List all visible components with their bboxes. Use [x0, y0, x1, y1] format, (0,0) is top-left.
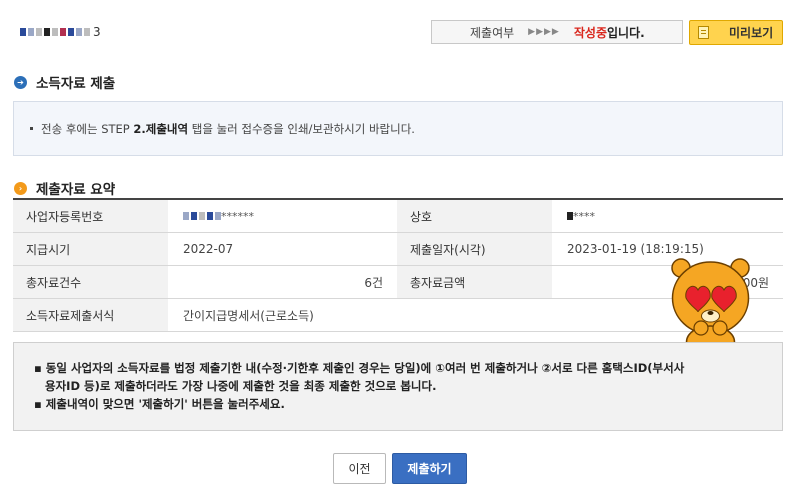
status-value: 작성중 [573, 25, 607, 40]
form-type-label: 소득자료제출서식 [13, 299, 168, 331]
section-title-submit-text: 소득자료 제출 [36, 76, 116, 92]
arrows-icon: ▶▶▶▶ [528, 27, 560, 37]
total-count-label: 총자료건수 [13, 266, 168, 298]
section-title-summary-text: 제출자료 요약 [36, 182, 116, 198]
submission-status-box: 제출여부 ▶▶▶▶ 작성중 입니다. [431, 20, 683, 44]
company-name-suffix: 3 [93, 25, 101, 39]
masked-company-name [20, 28, 90, 36]
bullet-icon [30, 127, 33, 130]
notice-after-send: 전송 후에는 STEP 2.제출내역 탭을 눌러 접수증을 인쇄/보관하시기 바… [13, 101, 783, 156]
notice-line: ▪ 제출내역이 맞으면 '제출하기' 버튼을 눌러주세요. [34, 395, 766, 413]
preview-button[interactable]: 미리보기 [689, 20, 783, 45]
previous-button[interactable]: 이전 [333, 453, 386, 484]
notice-line: ▪ 동일 사업자의 소득자료를 법정 제출기한 내(수정·기한후 제출인 경우는… [34, 359, 766, 377]
notice-line: 용자ID 등)로 제출하더라도 가장 나중에 제출한 것을 최종 제출한 것으로… [34, 377, 766, 395]
section-title-summary: › 제출자료 요약 [14, 178, 115, 198]
trade-name-value: **** [552, 200, 783, 232]
payment-period-value: 2022-07 [183, 242, 234, 256]
company-name: 3 [20, 22, 140, 42]
chevron-right-circle-icon: › [14, 181, 27, 195]
status-tail: 입니다. [606, 25, 645, 40]
document-icon [698, 26, 709, 39]
bullet-icon: ▪ [34, 397, 42, 411]
business-number-label: 사업자등록번호 [13, 200, 168, 232]
trade-name-label: 상호 [397, 200, 552, 232]
business-number-value: ****** [168, 200, 397, 232]
bullet-icon: ▪ [34, 361, 42, 375]
masked-prefix [183, 212, 221, 220]
status-label: 제출여부 [470, 25, 515, 40]
total-count-value: 6건 [364, 275, 383, 290]
table-row: 사업자등록번호 ****** 상호 **** [13, 200, 783, 233]
total-amount-label: 총자료금액 [397, 266, 552, 298]
submit-button[interactable]: 제출하기 [392, 453, 467, 484]
payment-period-label: 지급시기 [13, 233, 168, 265]
section-title-submit: ➔ 소득자료 제출 [14, 72, 115, 92]
submission-date-label: 제출일자(시각) [397, 233, 552, 265]
arrow-right-circle-icon: ➔ [14, 75, 27, 89]
notice-line-1-text: 동일 사업자의 소득자료를 법정 제출기한 내(수정·기한후 제출인 경우는 당… [45, 361, 685, 375]
submission-rules-notice: ▪ 동일 사업자의 소득자료를 법정 제출기한 내(수정·기한후 제출인 경우는… [13, 342, 783, 431]
notice-after-send-text: 전송 후에는 STEP 2.제출내역 탭을 눌러 접수증을 인쇄/보관하시기 바… [41, 121, 415, 136]
preview-button-label: 미리보기 [729, 26, 774, 40]
notice-line-2-text: 용자ID 등)로 제출하더라도 가장 나중에 제출한 것을 최종 제출한 것으로… [45, 379, 437, 393]
notice-line-3-text: 제출내역이 맞으면 '제출하기' 버튼을 눌러주세요. [45, 397, 285, 411]
